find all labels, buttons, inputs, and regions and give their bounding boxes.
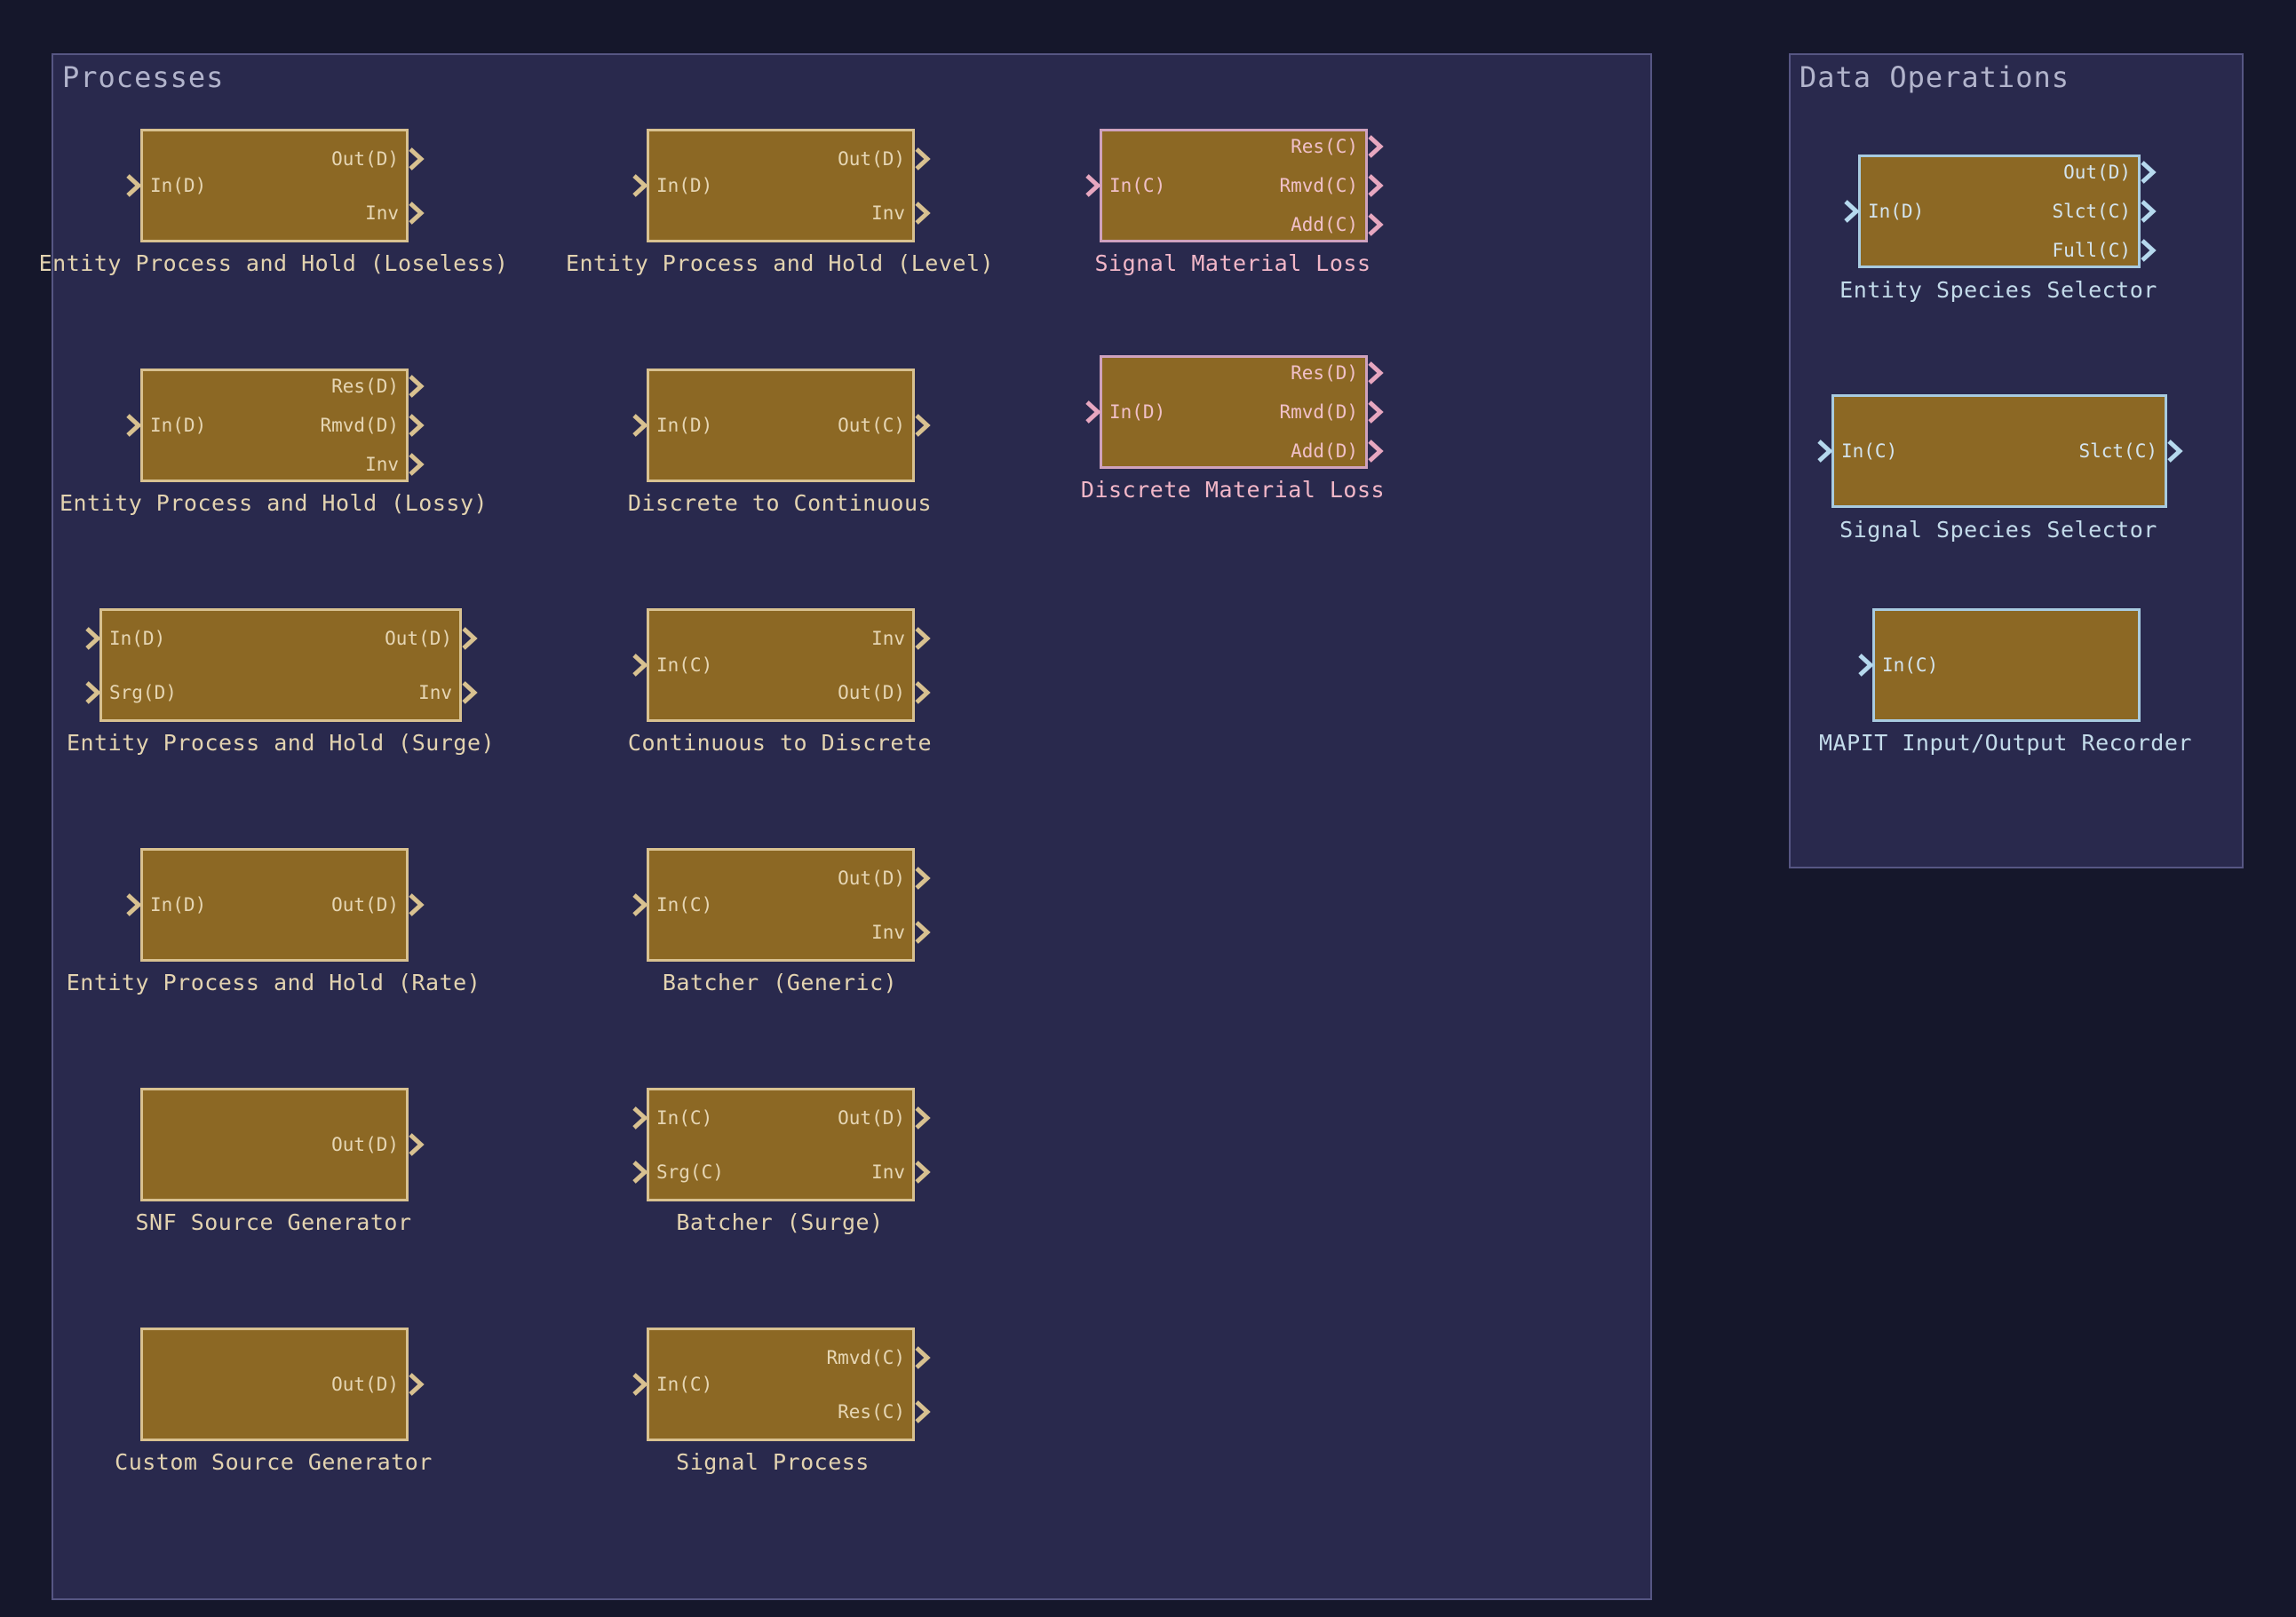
custom-source-generator-label: Custom Source Generator <box>115 1449 433 1475</box>
input-port-label: In(D) <box>1109 401 1166 423</box>
discrete-material-loss-block[interactable]: In(D) Res(D) Rmvd(D) Add(D) <box>1085 355 1384 469</box>
output-port-label: Res(D) <box>1291 362 1358 384</box>
input-port-label: Srg(D) <box>109 681 177 703</box>
output-port-label: Inv <box>365 453 399 475</box>
output-port-label: Add(C) <box>1291 213 1358 235</box>
output-port-label: Out(D) <box>331 894 399 916</box>
batcher-generic-block[interactable]: In(C) Out(D) Inv <box>632 848 931 962</box>
continuous-to-discrete-label: Continuous to Discrete <box>627 730 933 756</box>
discrete-to-continuous-label: Discrete to Continuous <box>627 490 933 516</box>
signal-material-loss-label: Signal Material Loss <box>1094 250 1371 276</box>
signal-process-block[interactable]: In(C) Rmvd(C) Res(C) <box>632 1328 931 1441</box>
input-port-label: In(D) <box>109 627 166 649</box>
ephl-loseless-block[interactable]: In(D) Out(D) Inv <box>126 129 425 242</box>
output-port-label: Out(D) <box>385 627 452 649</box>
output-port-label: Out(D) <box>331 1374 399 1395</box>
input-port-label: In(D) <box>150 894 207 916</box>
output-port-label: Rmvd(C) <box>1279 175 1358 196</box>
output-port-label: Full(C) <box>2052 239 2131 261</box>
output-port-label: Inv <box>871 921 905 943</box>
output-port-label: Res(D) <box>331 376 399 398</box>
snf-source-generator-block[interactable]: Out(D) <box>140 1088 425 1201</box>
output-port-label: Rmvd(D) <box>1279 401 1358 423</box>
signal-species-selector-label: Signal Species Selector <box>1839 517 2157 543</box>
input-port-label: In(D) <box>150 175 207 196</box>
output-port-label: Res(C) <box>838 1400 905 1423</box>
input-port-label: In(D) <box>656 175 713 196</box>
output-port-label: Inv <box>871 1161 905 1183</box>
ephl-lossy-block[interactable]: In(D) Res(D) Rmvd(D) Inv <box>126 369 425 482</box>
input-port-label: In(C) <box>1841 440 1898 462</box>
output-port-label: Out(D) <box>838 147 905 170</box>
continuous-to-discrete-block[interactable]: In(C) Inv Out(D) <box>632 608 931 722</box>
input-port-label: In(C) <box>656 1374 713 1395</box>
entity-species-selector-label: Entity Species Selector <box>1839 277 2157 303</box>
output-port-label: Out(D) <box>838 1106 905 1129</box>
signal-species-selector-block[interactable]: In(C) Slct(C) <box>1817 394 2183 508</box>
discrete-to-continuous-block[interactable]: In(D) Out(C) <box>632 369 931 482</box>
output-port-label: Inv <box>871 202 905 224</box>
output-port-label: Inv <box>365 202 399 224</box>
input-port-label: In(C) <box>1109 175 1166 196</box>
data-operations-title: Data Operations <box>1799 60 2070 94</box>
input-port-label: In(C) <box>1882 654 1939 676</box>
output-port-label: Out(D) <box>331 1134 399 1155</box>
input-port-label: In(D) <box>150 415 207 436</box>
signal-material-loss-block[interactable]: In(C) Res(C) Rmvd(C) Add(C) <box>1085 129 1384 242</box>
output-port-label: Slct(C) <box>2078 440 2157 462</box>
output-port-label: Out(C) <box>838 415 905 436</box>
ephl-loseless-label: Entity Process and Hold (Loseless) <box>38 250 509 276</box>
batcher-surge-label: Batcher (Surge) <box>676 1209 884 1235</box>
ephl-level-label: Entity Process and Hold (Level) <box>565 250 995 276</box>
output-port-label: Slct(C) <box>2052 201 2131 222</box>
ephl-rate-label: Entity Process and Hold (Rate) <box>66 970 481 995</box>
snf-source-generator-label: SNF Source Generator <box>135 1209 412 1235</box>
output-port-label: Out(D) <box>2063 162 2131 184</box>
output-port-label: Inv <box>418 681 452 703</box>
ephl-surge-label: Entity Process and Hold (Surge) <box>66 730 496 756</box>
output-port-label: Rmvd(C) <box>826 1346 905 1368</box>
input-port-label: Srg(C) <box>656 1161 724 1183</box>
input-port-label: In(D) <box>656 415 713 436</box>
input-port-label: In(C) <box>656 894 713 916</box>
input-port-label: In(D) <box>1868 201 1925 222</box>
processes-title: Processes <box>62 60 225 94</box>
output-port-label: Out(D) <box>331 147 399 170</box>
input-port-label: In(C) <box>656 654 713 676</box>
output-port-label: Rmvd(D) <box>320 415 399 436</box>
output-port-label: Inv <box>871 627 905 649</box>
output-port-label: Out(D) <box>838 681 905 703</box>
output-port-label: Res(C) <box>1291 136 1358 158</box>
ephl-surge-block[interactable]: In(D) Srg(D) Out(D) Inv <box>85 608 478 722</box>
ephl-level-block[interactable]: In(D) Out(D) Inv <box>632 129 931 242</box>
batcher-surge-block[interactable]: In(C) Srg(C) Out(D) Inv <box>632 1088 931 1201</box>
batcher-generic-label: Batcher (Generic) <box>662 970 898 995</box>
custom-source-generator-block[interactable]: Out(D) <box>140 1328 425 1441</box>
discrete-material-loss-label: Discrete Material Loss <box>1080 477 1386 503</box>
output-port-label: Add(D) <box>1291 440 1358 462</box>
input-port-label: In(C) <box>656 1106 713 1129</box>
signal-process-label: Signal Process <box>676 1449 870 1475</box>
mapit-io-recorder-label: MAPIT Input/Output Recorder <box>1819 730 2192 756</box>
ephl-rate-block[interactable]: In(D) Out(D) <box>126 848 425 962</box>
ephl-lossy-label: Entity Process and Hold (Lossy) <box>59 490 489 516</box>
mapit-io-recorder-block[interactable]: In(C) <box>1858 608 2141 722</box>
entity-species-selector-block[interactable]: In(D) Out(D) Slct(C) Full(C) <box>1844 155 2157 268</box>
output-port-label: Out(D) <box>838 867 905 889</box>
